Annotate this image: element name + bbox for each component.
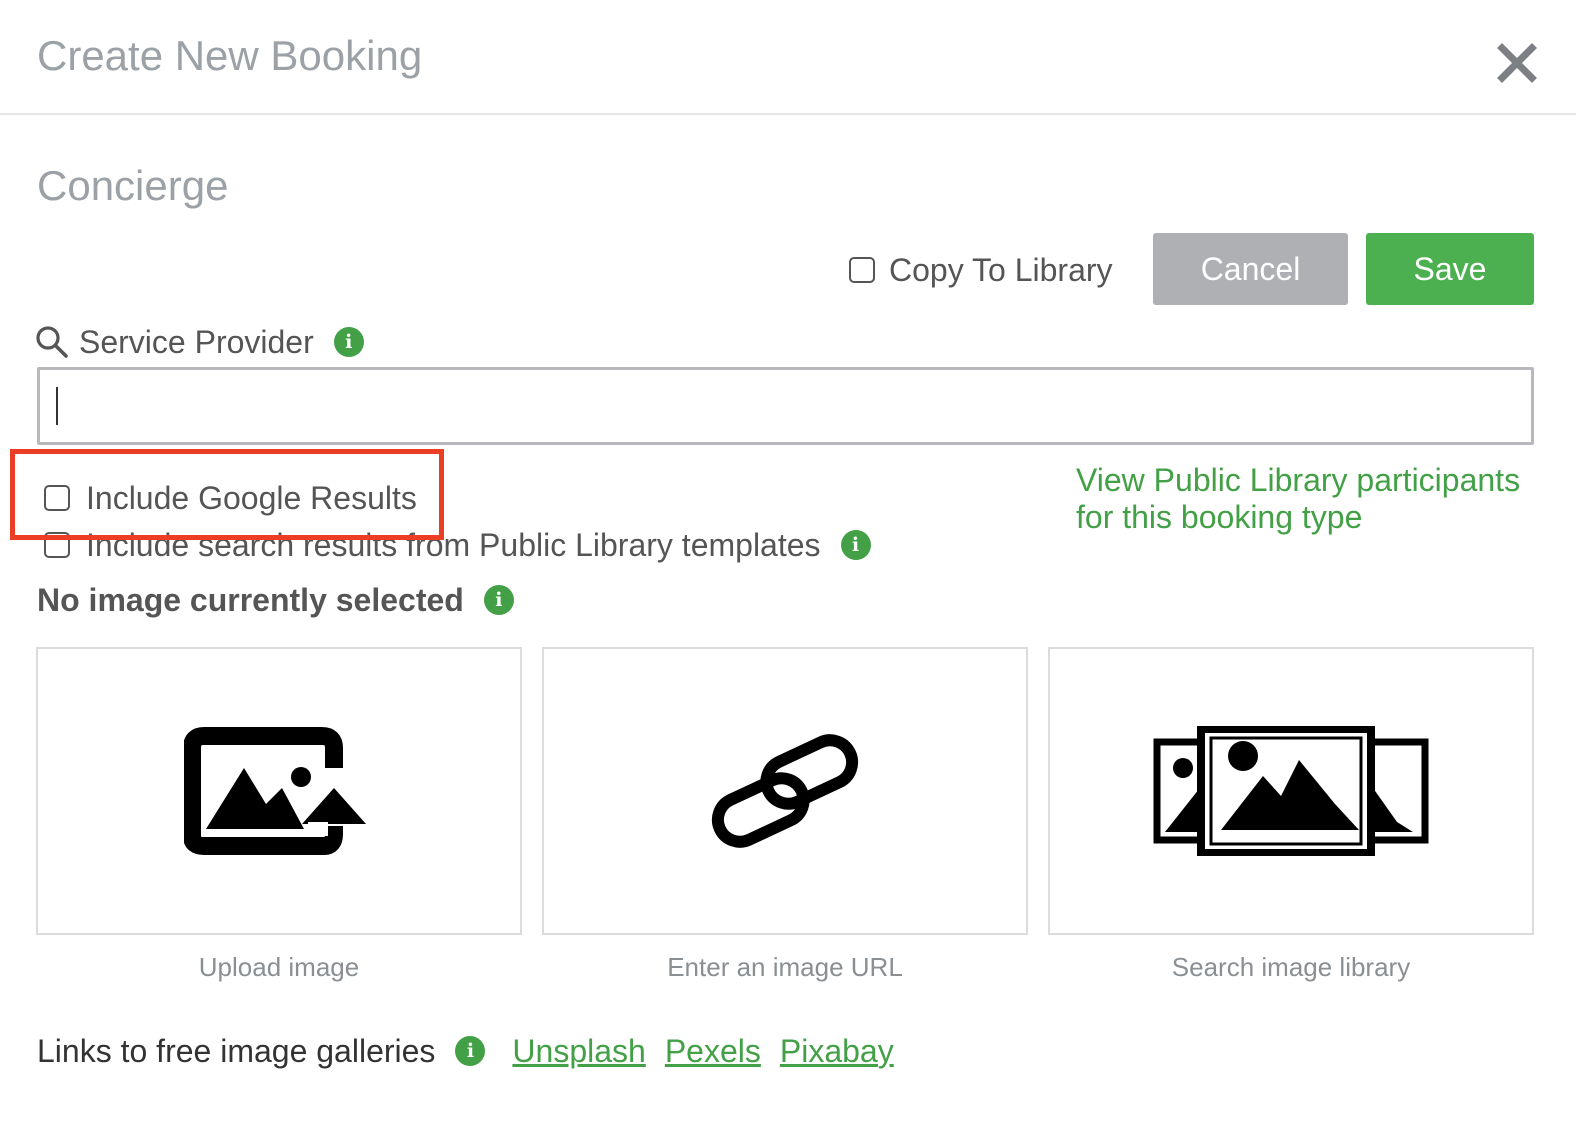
- image-url-caption: Enter an image URL: [667, 952, 903, 982]
- pixabay-link[interactable]: Pixabay: [780, 1033, 894, 1070]
- upload-image-card[interactable]: [36, 647, 522, 935]
- info-icon[interactable]: i: [333, 327, 364, 357]
- image-library-card[interactable]: [1048, 647, 1534, 935]
- service-provider-input[interactable]: [37, 367, 1534, 445]
- dialog-title: Create New Booking: [37, 32, 423, 79]
- cancel-button[interactable]: Cancel: [1153, 233, 1348, 305]
- image-library-icon: [1153, 726, 1429, 856]
- image-library-caption: Search image library: [1171, 952, 1411, 982]
- image-url-card[interactable]: [542, 647, 1028, 935]
- pexels-link[interactable]: Pexels: [665, 1033, 761, 1070]
- include-google-results-label: Include Google Results: [86, 479, 417, 516]
- save-button[interactable]: Save: [1366, 233, 1534, 305]
- include-public-library-label: Include search results from Public Libra…: [86, 526, 821, 563]
- include-public-library-checkbox[interactable]: [44, 532, 70, 558]
- text-caret: [56, 387, 58, 425]
- image-status-row: No image currently selected i: [37, 578, 514, 622]
- upload-image-icon: [184, 727, 366, 855]
- free-galleries-row: Links to free image galleries i Unsplash…: [37, 1028, 894, 1074]
- link-icon: [711, 734, 859, 848]
- include-public-library-option[interactable]: Include search results from Public Libra…: [44, 522, 871, 568]
- image-status-label: No image currently selected: [37, 581, 464, 618]
- info-icon[interactable]: i: [483, 585, 514, 615]
- copy-to-library-label: Copy To Library: [889, 251, 1113, 288]
- service-provider-label: Service Provider: [79, 323, 314, 360]
- info-icon[interactable]: i: [455, 1036, 486, 1066]
- service-provider-label-row: Service Provider i: [35, 320, 364, 364]
- info-icon[interactable]: i: [840, 530, 871, 560]
- search-icon: [36, 326, 68, 358]
- include-google-results-option[interactable]: Include Google Results: [44, 476, 417, 520]
- dialog-header: Create New Booking: [0, 0, 1576, 115]
- unsplash-link[interactable]: Unsplash: [512, 1033, 645, 1070]
- close-icon[interactable]: [1494, 40, 1540, 86]
- upload-image-caption: Upload image: [198, 952, 360, 982]
- copy-to-library[interactable]: Copy To Library: [849, 248, 1113, 292]
- view-public-library-link[interactable]: View Public Library participants for thi…: [1076, 462, 1546, 536]
- include-google-results-checkbox[interactable]: [44, 485, 70, 511]
- free-galleries-label: Links to free image galleries: [37, 1032, 436, 1069]
- copy-to-library-checkbox[interactable]: [849, 257, 875, 283]
- section-title: Concierge: [37, 162, 229, 209]
